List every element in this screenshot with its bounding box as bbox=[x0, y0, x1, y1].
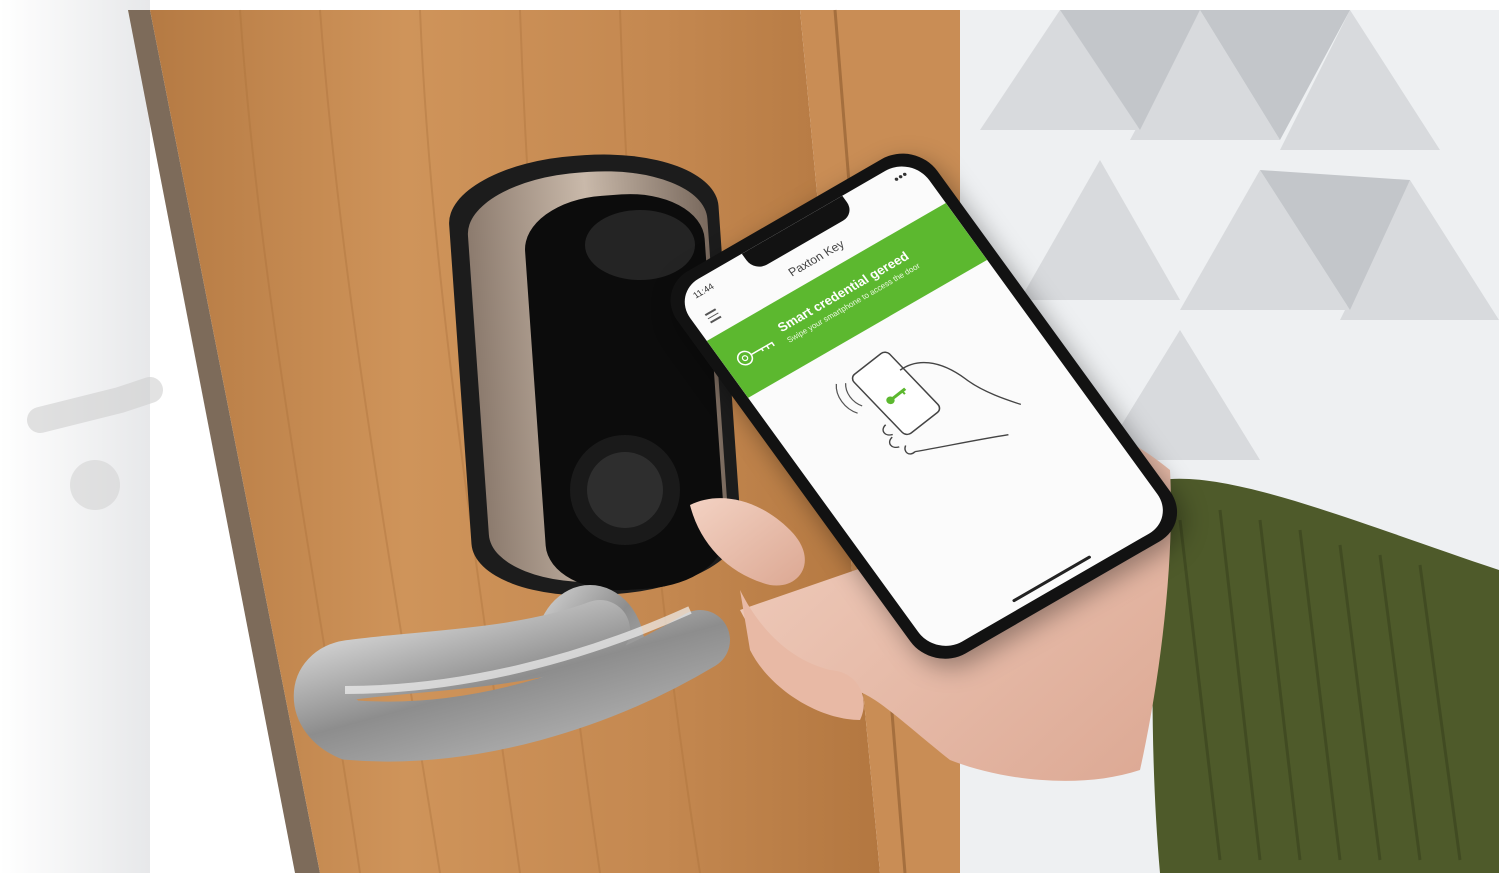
background-photo bbox=[0, 0, 1499, 873]
status-icons: ●●● bbox=[891, 169, 910, 184]
banner-subtitle: Swipe your smartphone to access the door bbox=[785, 261, 922, 345]
key-icon bbox=[736, 341, 775, 366]
photo-scene: 11:44 ●●● Paxton Key Smart credential ge… bbox=[0, 0, 1499, 873]
status-time: 11:44 bbox=[691, 281, 716, 301]
